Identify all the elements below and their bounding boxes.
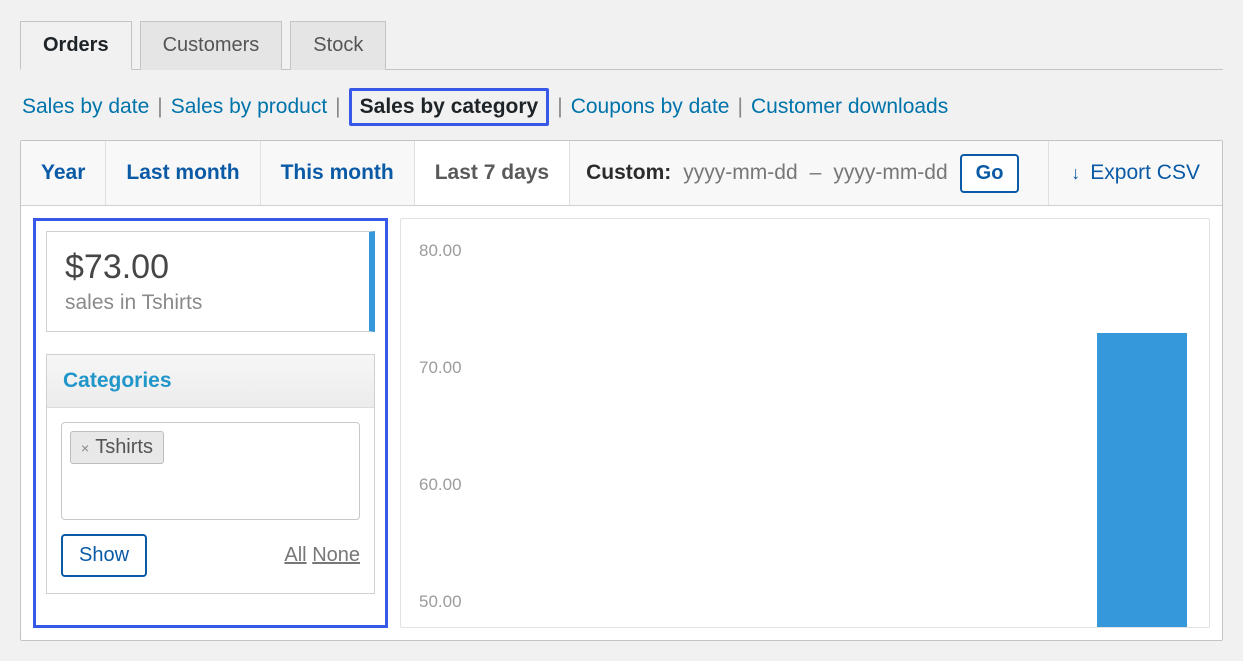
separator: |	[157, 95, 162, 119]
categories-panel: Categories × Tshirts Show All None	[46, 354, 375, 594]
select-all-link[interactable]: All	[284, 544, 306, 566]
report-panel: Year Last month This month Last 7 days C…	[20, 140, 1223, 641]
sales-stat-box[interactable]: $73.00 sales in Tshirts	[46, 231, 375, 332]
tab-customers[interactable]: Customers	[140, 21, 283, 70]
select-none-link[interactable]: None	[312, 544, 360, 566]
date-range-row: Year Last month This month Last 7 days C…	[21, 141, 1222, 206]
sales-amount: $73.00	[65, 248, 351, 287]
sales-label: sales in Tshirts	[65, 291, 351, 315]
tab-stock[interactable]: Stock	[290, 21, 386, 70]
category-tag: × Tshirts	[70, 431, 164, 464]
show-button[interactable]: Show	[61, 534, 147, 577]
subtab-sales-by-product[interactable]: Sales by product	[171, 95, 327, 119]
custom-label: Custom:	[586, 161, 671, 185]
date-dash: –	[810, 161, 822, 185]
chart-y-tick: 80.00	[419, 241, 462, 261]
categories-body: × Tshirts Show All None	[47, 408, 374, 593]
separator: |	[335, 95, 340, 119]
export-label: Export CSV	[1090, 161, 1200, 185]
separator: |	[738, 95, 743, 119]
remove-tag-icon[interactable]: ×	[81, 440, 89, 456]
chart-y-tick: 70.00	[419, 358, 462, 378]
report-sidebar: $73.00 sales in Tshirts Categories × Tsh…	[33, 218, 388, 628]
range-last-7-days[interactable]: Last 7 days	[415, 141, 570, 205]
report-sub-tabs: Sales by date | Sales by product | Sales…	[20, 70, 1223, 140]
download-icon: ↓	[1071, 163, 1080, 184]
category-actions: Show All None	[61, 520, 360, 579]
sales-chart: 80.00 70.00 60.00 50.00	[400, 218, 1210, 628]
separator: |	[557, 95, 562, 119]
range-this-month[interactable]: This month	[261, 141, 415, 205]
categories-header[interactable]: Categories	[47, 355, 374, 408]
go-button[interactable]: Go	[960, 154, 1020, 193]
chart-bar[interactable]	[1097, 333, 1187, 627]
chart-y-tick: 50.00	[419, 592, 462, 612]
subtab-customer-downloads[interactable]: Customer downloads	[751, 95, 948, 119]
subtab-coupons-by-date[interactable]: Coupons by date	[571, 95, 730, 119]
date-to-input[interactable]: yyyy-mm-dd	[833, 161, 947, 185]
range-custom: Custom: yyyy-mm-dd – yyyy-mm-dd Go	[570, 141, 1049, 205]
report-body: $73.00 sales in Tshirts Categories × Tsh…	[21, 206, 1222, 640]
subtab-sales-by-category[interactable]: Sales by category	[349, 88, 550, 126]
export-csv-button[interactable]: ↓ Export CSV	[1049, 141, 1222, 205]
range-last-month[interactable]: Last month	[106, 141, 260, 205]
category-tag-label: Tshirts	[95, 436, 153, 459]
chart-y-tick: 60.00	[419, 475, 462, 495]
range-year[interactable]: Year	[21, 141, 106, 205]
date-from-input[interactable]: yyyy-mm-dd	[683, 161, 797, 185]
tab-orders[interactable]: Orders	[20, 21, 132, 70]
report-main-tabs: Orders Customers Stock	[20, 20, 1223, 70]
all-none-links: All None	[284, 544, 360, 567]
subtab-sales-by-date[interactable]: Sales by date	[22, 95, 149, 119]
category-select-input[interactable]: × Tshirts	[61, 422, 360, 520]
